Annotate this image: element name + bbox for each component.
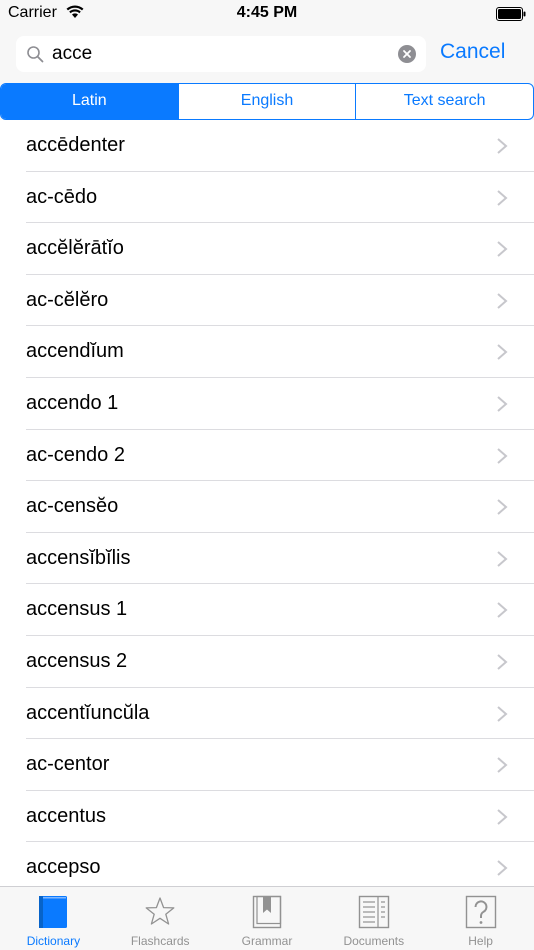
tab-flashcards[interactable]: Flashcards bbox=[107, 887, 214, 950]
tab-help[interactable]: Help bbox=[427, 887, 534, 950]
list-item[interactable]: accēdenter bbox=[0, 120, 534, 172]
tab-label: Grammar bbox=[241, 934, 293, 948]
star-icon bbox=[145, 897, 175, 925]
clock: 4:45 PM bbox=[236, 4, 298, 21]
list-item-label: ac-censĕo bbox=[26, 495, 119, 518]
chevron-right-icon bbox=[497, 654, 508, 670]
chevron-right-icon bbox=[497, 757, 508, 773]
segment-english[interactable]: English bbox=[177, 84, 356, 119]
tab-label: Documents bbox=[343, 934, 405, 948]
clear-search-button[interactable] bbox=[398, 45, 416, 63]
list-item-label: accensus 1 bbox=[26, 598, 128, 621]
list-item-label: accendĭum bbox=[26, 340, 124, 363]
chevron-right-icon bbox=[497, 602, 508, 619]
chevron-right-icon bbox=[497, 808, 508, 825]
chevron-right-icon bbox=[497, 241, 508, 257]
list-item[interactable]: ac-censĕo bbox=[0, 481, 534, 533]
list-item[interactable]: accepso bbox=[0, 842, 534, 887]
list-item-label: accepso bbox=[26, 856, 101, 879]
cancel-button[interactable]: Cancel bbox=[440, 40, 505, 64]
list-item-label: accensus 2 bbox=[26, 649, 128, 672]
chevron-right-icon bbox=[497, 189, 508, 206]
status-bar: Carrier 4:45 PM bbox=[0, 0, 534, 28]
list-item-label: accĕlĕrātĭo bbox=[26, 237, 124, 260]
list-item-label: ac-centor bbox=[26, 753, 110, 776]
list-item[interactable]: ac-centor bbox=[0, 739, 534, 791]
list-item[interactable]: ac-cĕlĕro bbox=[0, 275, 534, 327]
list-item[interactable]: accensus 2 bbox=[0, 636, 534, 688]
chevron-right-icon bbox=[497, 344, 508, 361]
list-item[interactable]: accensus 1 bbox=[0, 584, 534, 636]
bookmark-book-icon bbox=[252, 895, 282, 929]
list-item-label: accentĭuncŭla bbox=[26, 701, 150, 724]
tab-grammar[interactable]: Grammar bbox=[214, 887, 321, 950]
list-item[interactable]: accensĭbĭlis bbox=[0, 533, 534, 585]
search-scope-segmented-control: Latin English Text search bbox=[0, 83, 534, 120]
list-item[interactable]: accendĭum bbox=[0, 326, 534, 378]
tab-label: Flashcards bbox=[130, 934, 190, 948]
tab-label: Help bbox=[468, 934, 493, 948]
chevron-right-icon bbox=[497, 550, 508, 567]
list-item[interactable]: ac-cendo 2 bbox=[0, 430, 534, 482]
list-item-label: accēdenter bbox=[26, 134, 125, 156]
list-item[interactable]: accentĭuncŭla bbox=[0, 688, 534, 740]
segment-latin[interactable]: Latin bbox=[1, 84, 178, 119]
list-item-label: accentus bbox=[26, 804, 107, 827]
list-item[interactable]: accendo 1 bbox=[0, 378, 534, 430]
tab-dictionary[interactable]: Dictionary bbox=[0, 887, 107, 950]
list-item-label: accensĭbĭlis bbox=[26, 546, 131, 569]
tab-bar: Dictionary Flashcards Grammar Documents … bbox=[0, 886, 534, 950]
list-item[interactable]: accentus bbox=[0, 791, 534, 843]
battery-icon bbox=[496, 7, 526, 21]
list-item-label: ac-cendo 2 bbox=[26, 443, 125, 466]
tab-label: Dictionary bbox=[26, 934, 81, 948]
search-input[interactable] bbox=[52, 40, 392, 68]
chevron-right-icon bbox=[497, 447, 508, 464]
chevron-right-icon bbox=[497, 293, 508, 309]
chevron-right-icon bbox=[497, 499, 508, 515]
chevron-right-icon bbox=[497, 705, 508, 722]
document-icon bbox=[358, 895, 389, 929]
header: Carrier 4:45 PM Cancel Latin English bbox=[0, 0, 534, 122]
clear-icon bbox=[403, 50, 411, 58]
segment-text-search[interactable]: Text search bbox=[355, 84, 533, 119]
list-item-label: ac-cĕlĕro bbox=[26, 288, 109, 311]
chevron-right-icon bbox=[497, 138, 508, 154]
search-field[interactable] bbox=[16, 36, 426, 72]
search-icon bbox=[27, 46, 44, 63]
question-icon bbox=[465, 895, 496, 929]
list-item-label: accendo 1 bbox=[26, 391, 119, 414]
tab-documents[interactable]: Documents bbox=[320, 887, 427, 950]
chevron-right-icon bbox=[497, 396, 508, 412]
chevron-right-icon bbox=[497, 860, 508, 877]
list-item-label: ac-cēdo bbox=[26, 185, 98, 208]
book-icon bbox=[39, 896, 68, 928]
results-list: accēdenter ac-cēdo accĕlĕrātĭo ac-cĕlĕro… bbox=[0, 120, 534, 887]
list-item[interactable]: accĕlĕrātĭo bbox=[0, 223, 534, 275]
list-item[interactable]: ac-cēdo bbox=[0, 172, 534, 224]
